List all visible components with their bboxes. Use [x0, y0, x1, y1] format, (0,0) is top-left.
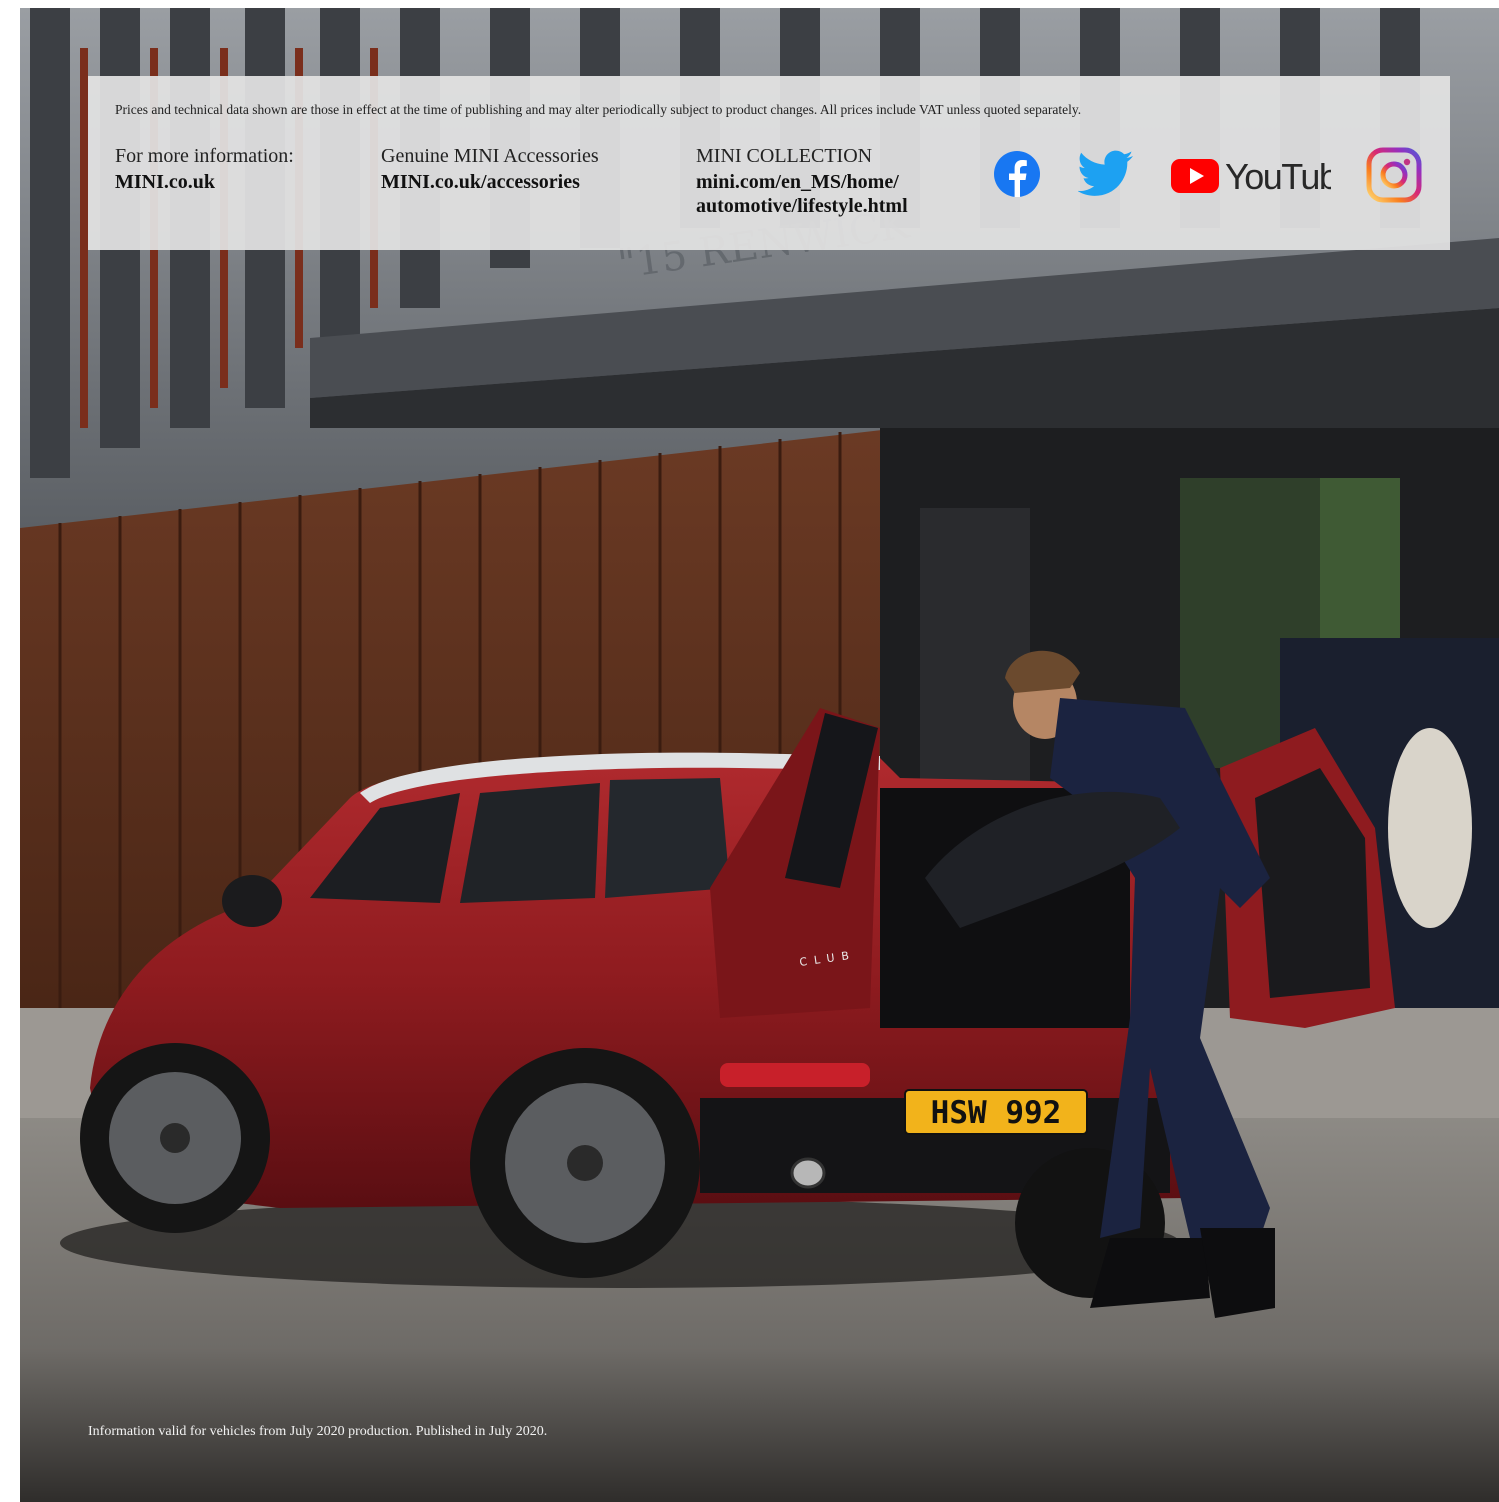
link-collection[interactable]: mini.com/en_MS/home/ automotive/lifestyl…	[696, 170, 908, 218]
info-panel: Prices and technical data shown are thos…	[88, 76, 1450, 250]
info-column-more-information: For more information: MINI.co.uk	[115, 142, 294, 194]
licence-plate: HSW 992	[904, 1089, 1088, 1135]
info-column-collection: MINI COLLECTION mini.com/en_MS/home/ aut…	[696, 142, 908, 218]
svg-text:YouTube: YouTube	[1225, 156, 1331, 196]
info-column-accessories: Genuine MINI Accessories MINI.co.uk/acce…	[381, 142, 599, 194]
pricing-disclaimer: Prices and technical data shown are thos…	[115, 102, 1082, 117]
youtube-logo[interactable]: YouTube	[1171, 156, 1358, 200]
publication-note: Information valid for vehicles from July…	[88, 1424, 548, 1439]
info-heading-collection: MINI COLLECTION	[696, 145, 873, 167]
info-heading-accessories: Genuine MINI Accessories	[381, 145, 599, 167]
instagram-icon[interactable]	[1365, 146, 1423, 208]
svg-text:HSW 992: HSW 992	[931, 1095, 1062, 1131]
link-mini-co-uk[interactable]: MINI.co.uk	[115, 170, 294, 194]
front-wheel	[80, 1043, 270, 1233]
rear-wheel	[470, 1048, 700, 1278]
info-heading-more-information: For more information:	[115, 145, 294, 167]
facebook-icon[interactable]	[993, 150, 1041, 202]
link-accessories[interactable]: MINI.co.uk/accessories	[381, 170, 599, 194]
twitter-icon[interactable]	[1077, 150, 1134, 202]
